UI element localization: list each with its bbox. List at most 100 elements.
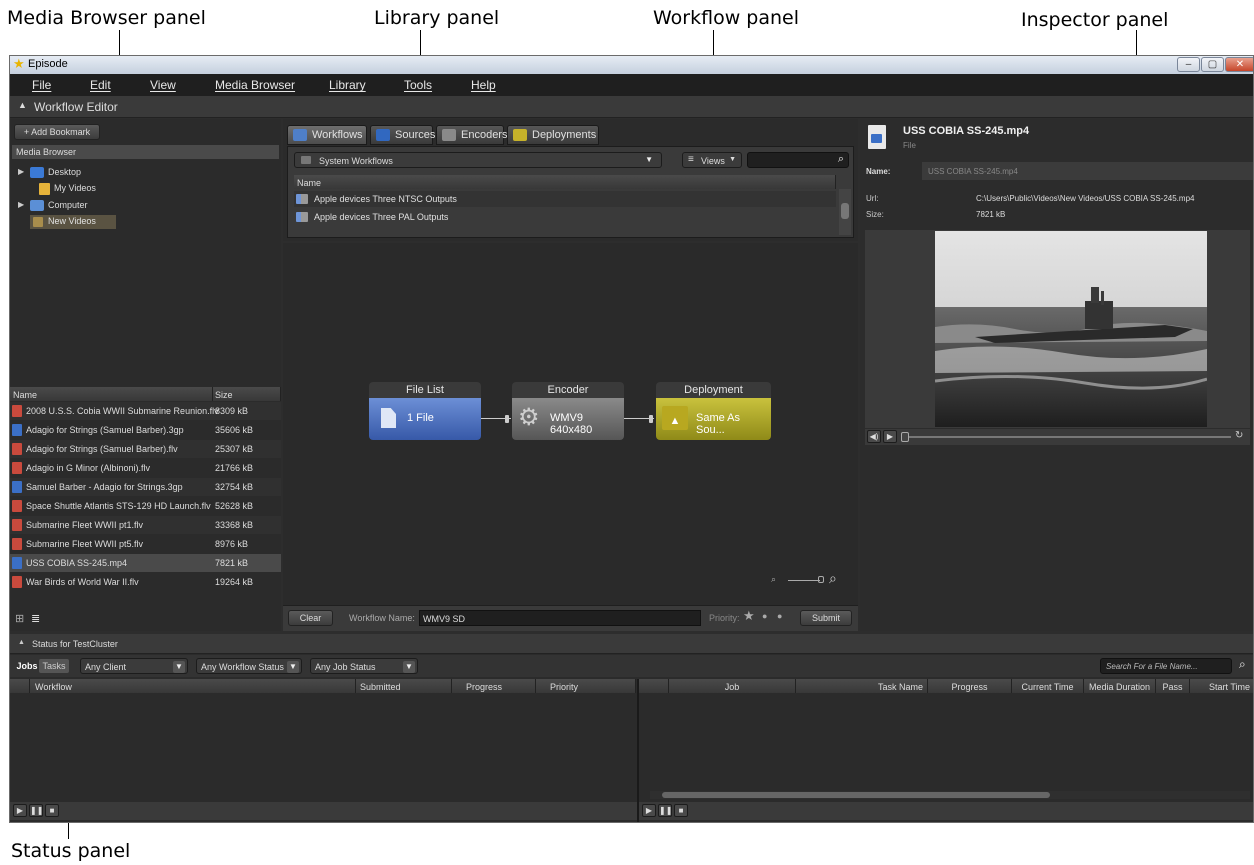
submit-button[interactable]: Submit: [800, 610, 852, 626]
job-status-filter-select[interactable]: Any Job Status ▼: [310, 658, 418, 674]
deployment-node[interactable]: ▲ Same As Sou...: [656, 398, 771, 440]
tasks-toggle[interactable]: Tasks: [39, 659, 69, 673]
playback-thumb[interactable]: [901, 432, 909, 442]
tree-label: Desktop: [48, 167, 82, 177]
zoom-in-icon[interactable]: ⌕: [829, 570, 837, 587]
tree-item-new-videos[interactable]: New Videos: [30, 215, 116, 229]
library-scrollbar[interactable]: [839, 189, 851, 235]
library-row-1[interactable]: Apple devices Three PAL Outputs: [294, 209, 836, 225]
task-col-current-time[interactable]: Current Time: [1012, 679, 1084, 693]
task-col-job[interactable]: Job: [669, 679, 796, 693]
status-col-spacer: [10, 679, 30, 693]
menu-media-browser[interactable]: Media Browser: [215, 78, 295, 92]
maximize-button[interactable]: ▢: [1201, 57, 1224, 72]
tab-deployments[interactable]: Deployments: [507, 125, 599, 145]
horizontal-scrollbar[interactable]: [650, 791, 1250, 799]
stop-button[interactable]: ■: [45, 804, 59, 817]
tree-item-computer[interactable]: ▶ Computer: [18, 199, 218, 213]
menu-help[interactable]: Help: [471, 78, 496, 92]
volume-icon[interactable]: ◀): [867, 430, 881, 443]
close-button[interactable]: ✕: [1225, 57, 1253, 72]
task-col-start-time[interactable]: Start Time: [1190, 679, 1253, 693]
loop-icon[interactable]: ↻: [1235, 430, 1243, 441]
search-icon[interactable]: ⌕: [1239, 657, 1246, 672]
library-column-name[interactable]: Name: [294, 175, 836, 189]
status-col-priority[interactable]: Priority: [536, 679, 636, 693]
playback-slider[interactable]: [901, 436, 1231, 438]
episode-window: ★ Episode – ▢ ✕ File Edit View Media Bro…: [9, 55, 1254, 823]
file-list-row[interactable]: USS COBIA SS-245.mp4 7821 kB: [10, 554, 281, 572]
task-col-task-name[interactable]: Task Name: [796, 679, 928, 693]
status-search-input[interactable]: Search For a File Name...: [1100, 658, 1232, 674]
pause-button[interactable]: ❚❚: [658, 804, 672, 817]
column-header-size[interactable]: Size: [213, 387, 281, 401]
list-view-icon[interactable]: ≣: [31, 612, 40, 625]
clear-button[interactable]: Clear: [288, 610, 333, 626]
priority-star-icon[interactable]: ★: [743, 608, 755, 624]
menu-library[interactable]: Library: [329, 78, 366, 92]
gear-icon: ⚙: [518, 404, 540, 431]
scroll-thumb[interactable]: [662, 792, 1050, 798]
column-header-name[interactable]: Name: [10, 387, 213, 401]
task-col-media-duration[interactable]: Media Duration: [1084, 679, 1156, 693]
menu-view[interactable]: View: [150, 78, 176, 92]
grid-view-icon[interactable]: ⊞: [15, 612, 24, 625]
scroll-thumb[interactable]: [841, 203, 849, 219]
search-icon[interactable]: ⌕: [838, 153, 844, 166]
inspector-name-input[interactable]: USS COBIA SS-245.mp4: [922, 162, 1253, 180]
file-name: Space Shuttle Atlantis STS-129 HD Launch…: [26, 501, 211, 511]
node-title-deployment: Deployment: [656, 382, 771, 398]
expand-arrow-icon[interactable]: ▶: [18, 167, 24, 176]
file-list-row[interactable]: Adagio for Strings (Samuel Barber).3gp 35…: [10, 421, 281, 439]
encoder-node[interactable]: ⚙ WMV9 640x480: [512, 398, 624, 440]
file-list-row[interactable]: War Birds of World War II.flv 19264 kB: [10, 573, 281, 591]
jobs-toggle[interactable]: Jobs: [15, 659, 39, 673]
video-preview[interactable]: [865, 230, 1250, 428]
file-name: Adagio for Strings (Samuel Barber).flv: [26, 444, 178, 454]
tab-workflows[interactable]: Workflows: [287, 125, 367, 145]
library-search-input[interactable]: ⌕: [747, 152, 849, 168]
menu-edit[interactable]: Edit: [90, 78, 111, 92]
file-list-row[interactable]: 2008 U.S.S. Cobia WWII Submarine Reunion…: [10, 402, 281, 420]
file-list-row[interactable]: Submarine Fleet WWII pt5.flv 8976 kB: [10, 535, 281, 553]
minimize-button[interactable]: –: [1177, 57, 1200, 72]
zoom-slider[interactable]: [788, 580, 820, 581]
status-col-submitted[interactable]: Submitted: [356, 679, 452, 693]
file-list-row[interactable]: Adagio in G Minor (Albinoni).flv 21766 kB: [10, 459, 281, 477]
views-button[interactable]: ≡ Views ▼: [682, 152, 742, 168]
task-col-progress[interactable]: Progress: [928, 679, 1012, 693]
pause-button[interactable]: ❚❚: [29, 804, 43, 817]
priority-dot-icon[interactable]: ●: [762, 611, 767, 621]
status-col-workflow[interactable]: Workflow: [30, 679, 356, 693]
workflow-name-input[interactable]: WMV9 SD: [419, 610, 701, 626]
tree-item-desktop[interactable]: ▶ Desktop: [18, 166, 218, 180]
zoom-slider-thumb[interactable]: [818, 576, 824, 583]
workflow-status-filter-select[interactable]: Any Workflow Status ▼: [196, 658, 302, 674]
play-button[interactable]: ▶: [883, 430, 897, 443]
tab-encoders[interactable]: Encoders: [436, 125, 507, 145]
workflow-editor-bar[interactable]: ▲ Workflow Editor: [10, 96, 1253, 118]
tree-item-my-videos[interactable]: My Videos: [18, 182, 218, 196]
zoom-out-icon[interactable]: ⌕: [771, 574, 776, 585]
menu-file[interactable]: File: [32, 78, 51, 92]
play-button[interactable]: ▶: [642, 804, 656, 817]
file-list-row[interactable]: Space Shuttle Atlantis STS-129 HD Launch…: [10, 497, 281, 515]
workflow-category-select[interactable]: System Workflows ▼: [294, 152, 662, 168]
node-label: 1 File: [407, 412, 434, 424]
library-row-0[interactable]: Apple devices Three NTSC Outputs: [294, 191, 836, 207]
status-header[interactable]: ▲ Status for TestCluster: [10, 634, 1253, 654]
expand-arrow-icon[interactable]: ▶: [18, 200, 24, 209]
client-filter-select[interactable]: Any Client ▼: [80, 658, 188, 674]
status-col-progress[interactable]: Progress: [452, 679, 536, 693]
add-bookmark-button[interactable]: + Add Bookmark: [14, 124, 100, 140]
play-button[interactable]: ▶: [13, 804, 27, 817]
menu-tools[interactable]: Tools: [404, 78, 432, 92]
file-list-node[interactable]: 1 File: [369, 398, 481, 440]
task-col-pass[interactable]: Pass: [1156, 679, 1190, 693]
priority-dot-icon[interactable]: ●: [777, 611, 782, 621]
file-list-row[interactable]: Submarine Fleet WWII pt1.flv 33368 kB: [10, 516, 281, 534]
file-list-row[interactable]: Samuel Barber - Adagio for Strings.3gp 32…: [10, 478, 281, 496]
tab-sources[interactable]: Sources: [370, 125, 435, 145]
file-list-row[interactable]: Adagio for Strings (Samuel Barber).flv 25…: [10, 440, 281, 458]
stop-button[interactable]: ■: [674, 804, 688, 817]
